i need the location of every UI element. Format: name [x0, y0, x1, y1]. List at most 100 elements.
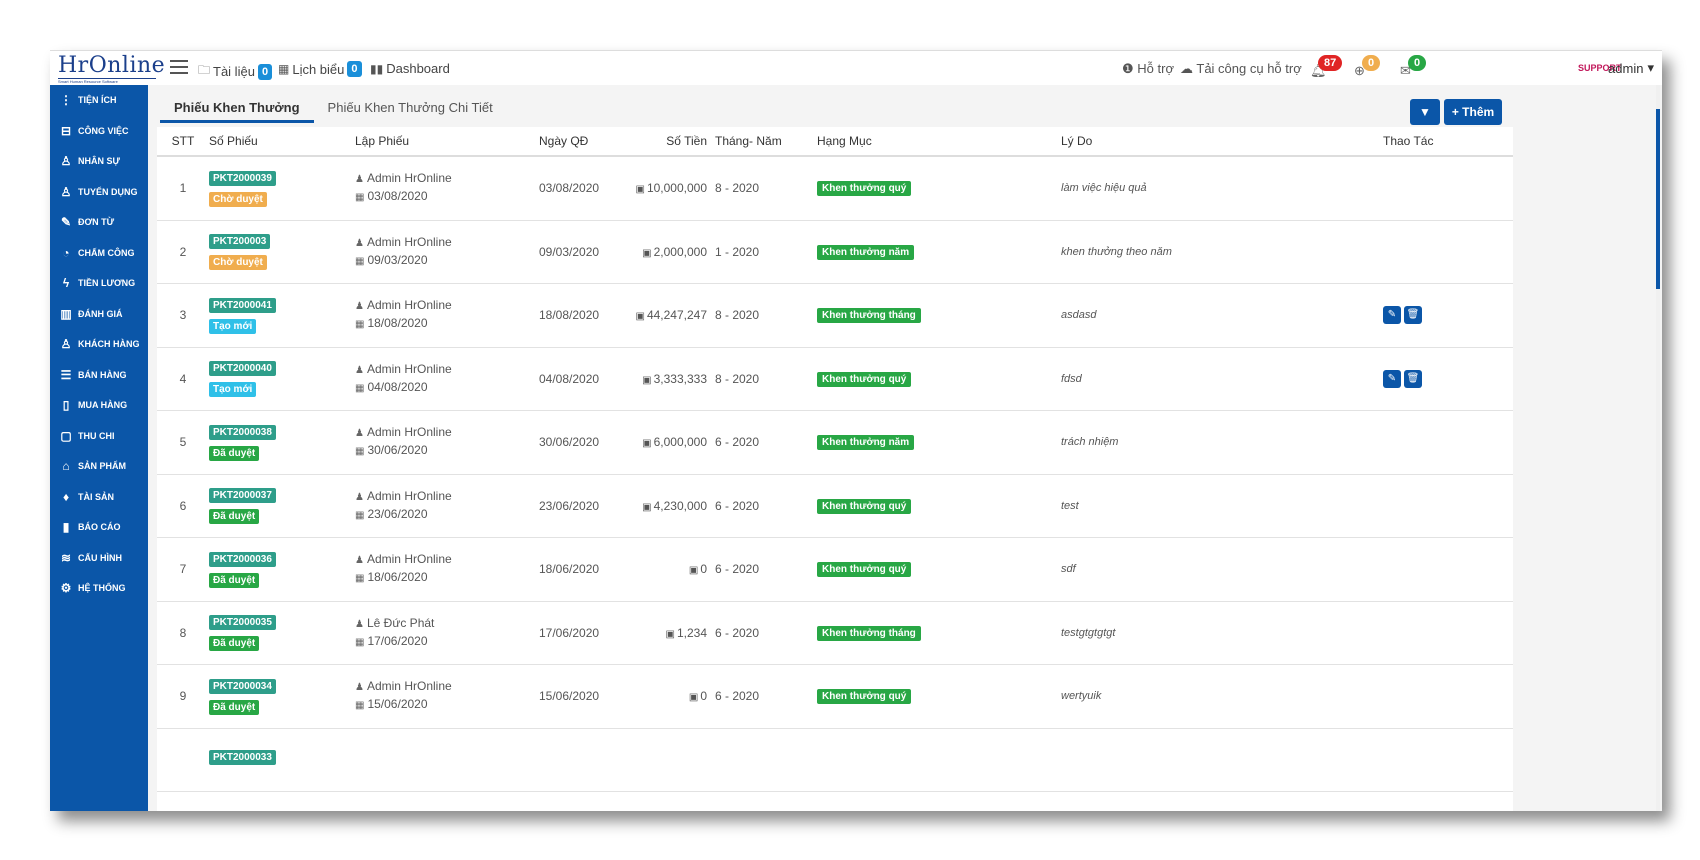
scrollbar[interactable]	[1656, 85, 1660, 811]
row-stt: 2	[157, 220, 209, 284]
notification-globe[interactable]: ⊕ 0	[1354, 55, 1394, 81]
user-menu[interactable]: SUPPORT admin ▾	[1578, 57, 1654, 79]
code-badge[interactable]: PKT2000039	[209, 170, 276, 186]
col-category[interactable]: Hạng Mục	[817, 127, 1061, 157]
table-row[interactable]: 9 PKT2000034 Đã duyệt ♟ Admin HrOnline ▦ 15/06…	[157, 664, 1513, 729]
amount-cell: ▣ 1,234	[629, 601, 715, 665]
avatar: SUPPORT	[1578, 63, 1622, 73]
sidebar-item-nhan-su[interactable]: ♙ NHÂN SỰ	[50, 146, 148, 177]
code-badge[interactable]: PKT200003	[209, 234, 271, 250]
sidebar-item-mua-hang[interactable]: ▯ MUA HÀNG	[50, 390, 148, 421]
table-header-row: STT Số Phiếu Lập Phiếu Ngày QĐ Số Tiền T…	[157, 127, 1513, 157]
list-icon: ☰	[60, 367, 72, 382]
user-icon: ♟	[355, 301, 364, 313]
code-badge[interactable]: PKT2000041	[209, 297, 276, 313]
sidebar-item-tuyen-dung[interactable]: ♙ TUYỂN DỤNG	[50, 177, 148, 208]
support-tools-link[interactable]: ☁ Tải công cụ hỗ trợ	[1180, 61, 1302, 77]
creator-cell: ♟ Admin HrOnline ▦ 23/06/2020	[355, 474, 539, 538]
created-date: 23/06/2020	[367, 506, 428, 521]
nav-dashboard[interactable]: ▮▮ Dashboard	[370, 61, 450, 76]
created-date: 18/08/2020	[367, 316, 428, 331]
row-stt: 5	[157, 410, 209, 475]
edit-icon: ✎	[60, 215, 72, 230]
sidebar-item-danh-gia[interactable]: ▥ ĐÁNH GIÁ	[50, 299, 148, 330]
sidebar-item-san-pham[interactable]: ⌂ SẢN PHẨM	[50, 451, 148, 482]
col-code[interactable]: Số Phiếu	[209, 127, 355, 157]
code-badge[interactable]: PKT2000036	[209, 551, 276, 567]
scrollbar-thumb[interactable]	[1656, 109, 1660, 289]
table-row[interactable]: 4 PKT2000040 Tạo mới ♟ Admin HrOnline ▦ 04/08/…	[157, 347, 1513, 411]
logo[interactable]: HrOnline Smart Human Resource Software	[58, 54, 165, 84]
tab-phieu-khen-thuong[interactable]: Phiếu Khen Thưởng	[160, 93, 314, 123]
menu-toggle-icon[interactable]	[170, 60, 188, 74]
table-row[interactable]: 2 PKT200003 Chờ duyệt ♟ Admin HrOnline ▦ 09/03…	[157, 220, 1513, 284]
sidebar-item-don-tu[interactable]: ✎ ĐƠN TỪ	[50, 207, 148, 238]
creator-name: Admin HrOnline	[366, 679, 452, 694]
sidebar-item-label: TÀI SẢN	[78, 491, 114, 502]
col-date[interactable]: Ngày QĐ	[539, 127, 629, 157]
sidebar-item-tai-san[interactable]: ♦ TÀI SẢN	[50, 482, 148, 513]
money-icon: ▣	[635, 184, 645, 196]
notification-messages[interactable]: ✉ 0	[1400, 55, 1440, 81]
book-icon: ▥	[60, 306, 72, 321]
sidebar-item-tien-ich[interactable]: ⋮ TIỆN ÍCH	[50, 85, 148, 116]
code-badge[interactable]: PKT2000038	[209, 424, 276, 440]
created-date: 15/06/2020	[367, 697, 428, 712]
sidebar-item-tien-luong[interactable]: ϟ TIỀN LƯƠNG	[50, 268, 148, 299]
sidebar-item-label: ĐÁNH GIÁ	[78, 308, 123, 319]
table-row[interactable]: 1 PKT2000039 Chờ duyệt ♟ Admin HrOnline ▦ 03/0…	[157, 156, 1513, 221]
creator-name: Admin HrOnline	[366, 552, 452, 567]
sidebar-item-bao-cao[interactable]: ▮ BÁO CÁO	[50, 512, 148, 543]
add-button[interactable]: + Thêm	[1444, 99, 1502, 125]
col-amount[interactable]: Số Tiền	[629, 127, 715, 157]
code-badge[interactable]: PKT2000040	[209, 361, 276, 377]
money-icon: ▣	[635, 311, 645, 323]
nav-documents[interactable]: 🗀 Tài liệu 0	[198, 61, 273, 82]
sidebar-item-cau-hinh[interactable]: ≋ CẤU HÌNH	[50, 543, 148, 574]
user-icon: ♙	[60, 337, 72, 352]
edit-button[interactable]: ✎	[1383, 306, 1401, 325]
sidebar-item-ban-hang[interactable]: ☰ BÁN HÀNG	[50, 360, 148, 391]
col-creator[interactable]: Lập Phiếu	[355, 127, 539, 157]
amount-cell: ▣ 2,000,000	[629, 220, 715, 284]
code-badge[interactable]: PKT2000034	[209, 678, 276, 694]
table-row[interactable]: PKT2000033	[157, 728, 1513, 792]
logo-subtitle: Smart Human Resource Software	[58, 78, 156, 84]
table-row[interactable]: 7 PKT2000036 Đã duyệt ♟ Admin HrOnline ▦ 18/06…	[157, 537, 1513, 602]
actions-cell	[1383, 664, 1513, 729]
table-row[interactable]: 5 PKT2000038 Đã duyệt ♟ Admin HrOnline ▦ 30/06…	[157, 410, 1513, 475]
sidebar-item-label: BÁO CÁO	[78, 522, 121, 533]
notification-bell[interactable]: 🔔︎ 87	[1310, 55, 1350, 81]
sidebar-item-khach-hang[interactable]: ♙ KHÁCH HÀNG	[50, 329, 148, 360]
filter-button[interactable]: ▼	[1410, 99, 1440, 125]
code-badge[interactable]: PKT2000035	[209, 615, 276, 631]
col-reason[interactable]: Lý Do	[1061, 127, 1383, 157]
status-badge: Tạo mới	[209, 318, 257, 334]
sidebar-item-he-thong[interactable]: ⚙ HỆ THỐNG	[50, 573, 148, 604]
table-row[interactable]: 6 PKT2000037 Đã duyệt ♟ Admin HrOnline ▦ 23/06…	[157, 474, 1513, 538]
code-badge[interactable]: PKT2000037	[209, 488, 276, 504]
tab-phieu-khen-thuong-chi-tiet[interactable]: Phiếu Khen Thưởng Chi Tiết	[314, 93, 507, 123]
delete-button[interactable]: 🗑︎	[1404, 306, 1422, 325]
sidebar-item-cham-cong[interactable]: ◔ CHẤM CÔNG	[50, 238, 148, 269]
top-bar: HrOnline Smart Human Resource Software 🗀…	[50, 51, 1662, 86]
edit-button[interactable]: ✎	[1383, 369, 1401, 388]
table-row[interactable]: 3 PKT2000041 Tạo mới ♟ Admin HrOnline ▦ 18/08/…	[157, 283, 1513, 348]
table-row[interactable]: 8 PKT2000035 Đã duyệt ♟ Lê Đức Phát ▦ 17/06/20…	[157, 601, 1513, 665]
folder-icon: 🗀	[198, 63, 211, 77]
user-icon: ♟	[355, 364, 364, 376]
code-cell: PKT2000038 Đã duyệt	[209, 410, 355, 475]
sidebar-item-thu-chi[interactable]: ▢ THU CHI	[50, 421, 148, 452]
help-link[interactable]: ❶ Hỗ trợ	[1122, 61, 1174, 77]
nav-calendar[interactable]: ▦ Lịch biểu 0	[278, 61, 362, 77]
calendar-icon: ▦	[355, 382, 365, 394]
code-badge[interactable]: PKT2000033	[209, 750, 276, 766]
sidebar-item-cong-viec[interactable]: ⊟ CÔNG VIỆC	[50, 116, 148, 147]
delete-button[interactable]: 🗑︎	[1404, 369, 1422, 388]
sidebar-item-label: TUYỂN DỤNG	[78, 186, 138, 197]
category-cell: Khen thưởng năm	[817, 220, 1061, 284]
amount-value: 10,000,000	[646, 181, 707, 196]
col-period[interactable]: Tháng- Năm	[715, 127, 817, 157]
creator-cell: ♟ Lê Đức Phát ▦ 17/06/2020	[355, 601, 539, 665]
col-stt[interactable]: STT	[157, 127, 209, 157]
